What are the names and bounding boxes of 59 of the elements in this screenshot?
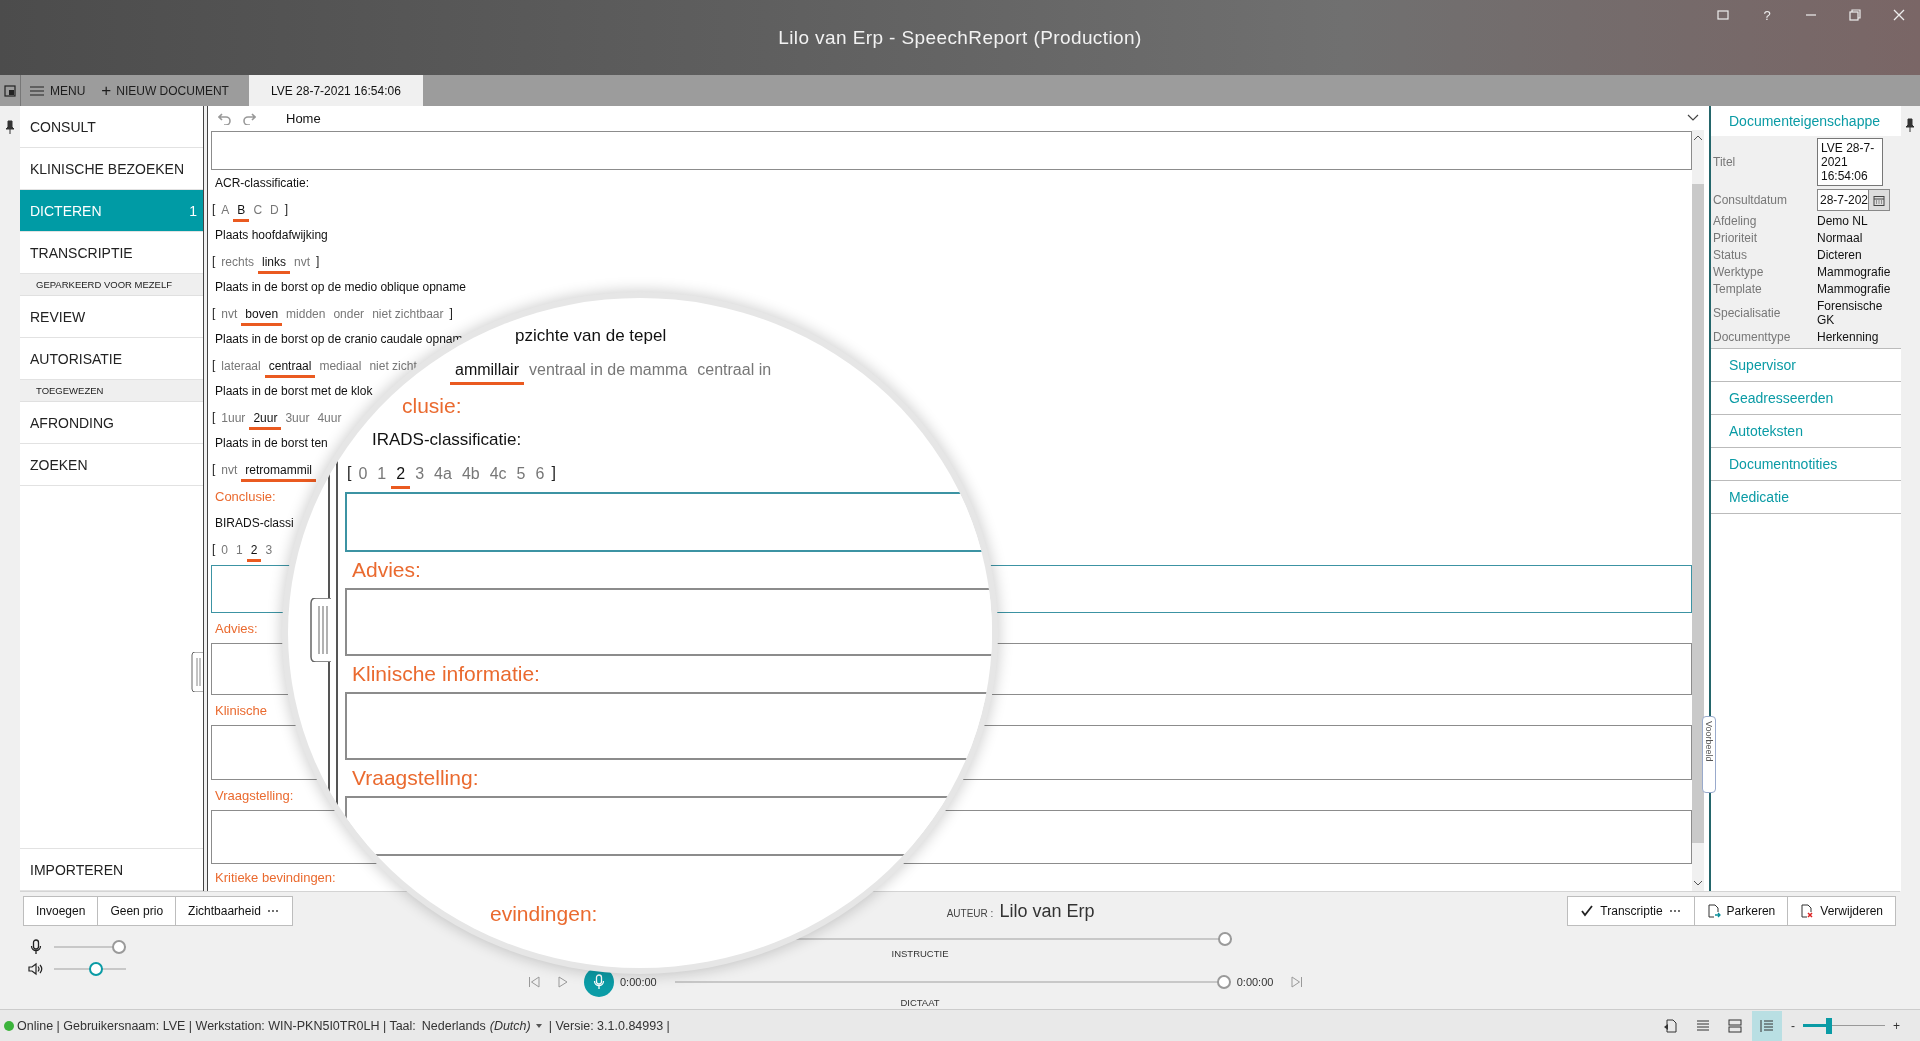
field-label: Plaats in de borst op de medio oblique opname: [215, 279, 466, 296]
group-header: TOEGEWEZEN: [20, 380, 203, 402]
bracket-text: [: [211, 462, 217, 476]
track-label: DICTAAT: [900, 997, 940, 1009]
bracket-text: ]: [448, 306, 454, 320]
property-value: Mammografie: [1817, 265, 1892, 279]
property-value: Normaal: [1817, 231, 1864, 245]
property-value: Forensische GK: [1817, 299, 1884, 327]
track-label: INSTRUCTIE: [891, 948, 949, 960]
property-label: Specialisatie: [1713, 306, 1782, 320]
bracket-text: [: [211, 306, 217, 320]
time-text: 0:00:00: [1236, 976, 1274, 988]
bracket-text: [: [211, 358, 217, 372]
field-label: Plaats in de borst ten: [215, 435, 328, 452]
property-label: Prioriteit: [1713, 231, 1758, 245]
property-label: Consultdatum: [1713, 193, 1789, 207]
section-heading: Vraagstelling:: [352, 765, 479, 791]
author-label: AUTEUR :: [946, 907, 994, 919]
bracket-text: ]: [283, 202, 290, 216]
bracket-text: ]: [550, 464, 557, 482]
section-heading: Conclusie:: [215, 487, 276, 506]
bracket-text: [: [211, 254, 217, 268]
window-title: Lilo van Erp - SpeechReport (Production): [778, 26, 1142, 49]
field-label: ACR-classificatie:: [215, 175, 310, 192]
field-label: IRADS-classificatie:: [372, 429, 522, 451]
section-heading: Advies:: [352, 557, 421, 583]
section-heading: Kritieke bevindingen:: [215, 868, 336, 887]
property-label: Titel: [1713, 155, 1737, 169]
property-label: Documenttype: [1713, 330, 1792, 344]
bracket-text: [: [346, 464, 353, 482]
bracket-text: [: [211, 542, 217, 556]
section-heading: Klinische: [215, 701, 268, 720]
section-heading: Advies:: [215, 619, 258, 638]
bracket-text: [: [211, 410, 217, 424]
bracket-text: ]: [315, 254, 321, 268]
field-label: Plaats in de borst met de klok: [215, 383, 373, 400]
section-heading: Vraagstelling:: [215, 786, 294, 805]
author-name: Lilo van Erp: [999, 900, 1095, 922]
property-label: Afdeling: [1713, 214, 1758, 228]
bracket-text: [: [211, 202, 217, 216]
section-heading: clusie:: [402, 393, 462, 419]
time-text: 0:00:00: [620, 976, 657, 988]
field-label: pzichte van de tepel: [515, 325, 667, 347]
section-heading: Klinische informatie:: [352, 661, 540, 687]
count-text: 1: [189, 202, 197, 219]
property-label: Status: [1713, 248, 1749, 262]
version-text: | Versie: 3.1.0.84993 |: [548, 1018, 670, 1033]
group-header: GEPARKEERD VOOR MEZELF: [20, 274, 203, 296]
property-value: Dicteren: [1817, 248, 1863, 262]
property-label: Template: [1713, 282, 1763, 296]
style-label: Home: [286, 110, 321, 126]
status-text: Online | Gebruikersnaam: LVE | Werkstation: WIN-PKN5I0TR0LH | Taal:: [17, 1018, 416, 1033]
property-label: Werktype: [1713, 265, 1765, 279]
property-value: Mammografie: [1817, 282, 1892, 296]
field-label: Plaats hoofdafwijking: [215, 227, 328, 244]
section-heading: evindingen:: [490, 901, 598, 927]
property-value: Demo NL: [1817, 214, 1869, 228]
property-value: Herkenning: [1817, 330, 1880, 344]
field-label: BIRADS-classi: [215, 515, 294, 532]
